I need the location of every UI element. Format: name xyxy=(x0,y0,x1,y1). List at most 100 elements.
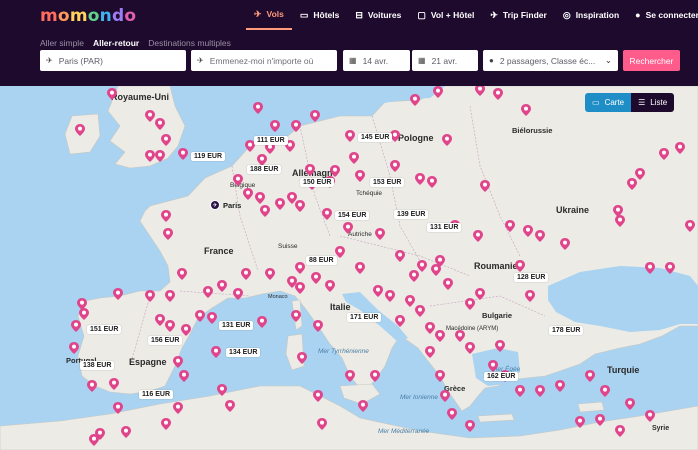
map-pin-icon[interactable] xyxy=(163,228,173,240)
nav-flights[interactable]: ✈ Vols xyxy=(246,0,292,30)
map-pin-icon[interactable] xyxy=(375,228,385,240)
map-pin-icon[interactable] xyxy=(107,88,117,100)
map-pin-icon[interactable] xyxy=(443,278,453,290)
map-pin-icon[interactable] xyxy=(600,385,610,397)
nav-sign-in[interactable]: ● Se connecter xyxy=(627,0,698,30)
price-label[interactable]: 151 EUR xyxy=(87,325,122,334)
map-pin-icon[interactable] xyxy=(113,402,123,414)
nav-inspiration[interactable]: ◎ Inspiration xyxy=(555,0,627,30)
map-pin-icon[interactable] xyxy=(87,380,97,392)
map-pin-icon[interactable] xyxy=(310,110,320,122)
map-pin-icon[interactable] xyxy=(173,402,183,414)
map-pin-icon[interactable] xyxy=(358,400,368,412)
map-pin-icon[interactable] xyxy=(173,356,183,368)
map-pin-icon[interactable] xyxy=(415,173,425,185)
momondo-logo[interactable]: momondo xyxy=(40,6,136,26)
map-pin-icon[interactable] xyxy=(465,342,475,354)
map-pin-icon[interactable] xyxy=(431,264,441,276)
map-pin-icon[interactable] xyxy=(495,340,505,352)
tab-round-trip[interactable]: Aller-retour xyxy=(93,38,139,48)
price-label[interactable]: 131 EUR xyxy=(219,321,254,330)
price-label[interactable]: 153 EUR xyxy=(370,178,405,187)
map-pin-icon[interactable] xyxy=(488,360,498,372)
map-pin-icon[interactable] xyxy=(161,210,171,222)
map-pin-icon[interactable] xyxy=(615,425,625,437)
map-pin-icon[interactable] xyxy=(253,102,263,114)
map-pin-icon[interactable] xyxy=(145,150,155,162)
map-pin-icon[interactable] xyxy=(425,346,435,358)
map-pin-icon[interactable] xyxy=(255,192,265,204)
map-pin-icon[interactable] xyxy=(349,152,359,164)
map-pin-icon[interactable] xyxy=(177,268,187,280)
price-label[interactable]: 131 EUR xyxy=(427,223,462,232)
map-pin-icon[interactable] xyxy=(433,86,443,98)
price-label[interactable]: 145 EUR xyxy=(358,133,393,142)
map-pin-icon[interactable] xyxy=(585,370,595,382)
map-pin-icon[interactable] xyxy=(395,250,405,262)
price-label[interactable]: 156 EUR xyxy=(148,336,183,345)
depart-date-field[interactable]: ▦ 14 avr. xyxy=(343,50,410,71)
map-pin-icon[interactable] xyxy=(179,370,189,382)
map-pin-icon[interactable] xyxy=(305,164,315,176)
price-label[interactable]: 138 EUR xyxy=(80,361,115,370)
map-pin-icon[interactable] xyxy=(473,230,483,242)
map-pin-icon[interactable] xyxy=(525,290,535,302)
map-pin-icon[interactable] xyxy=(515,260,525,272)
map-pin-icon[interactable] xyxy=(325,280,335,292)
map-pin-icon[interactable] xyxy=(575,416,585,428)
map-pin-icon[interactable] xyxy=(435,370,445,382)
map-pin-icon[interactable] xyxy=(480,180,490,192)
map-pin-icon[interactable] xyxy=(659,148,669,160)
map-pin-icon[interactable] xyxy=(475,86,485,96)
map-pin-icon[interactable] xyxy=(440,390,450,402)
map-pin-icon[interactable] xyxy=(233,288,243,300)
price-label[interactable]: 119 EUR xyxy=(191,152,226,161)
map-pin-icon[interactable] xyxy=(645,262,655,274)
destination-field[interactable]: ✈ Emmenez-moi n'importe où xyxy=(191,50,337,71)
price-label[interactable]: 111 EUR xyxy=(254,136,288,145)
map-pin-icon[interactable] xyxy=(465,420,475,432)
map-pin-icon[interactable] xyxy=(395,315,405,327)
map-pin-icon[interactable] xyxy=(345,130,355,142)
map-pin-icon[interactable] xyxy=(297,352,307,364)
price-label[interactable]: 150 EUR xyxy=(300,178,335,187)
map-pin-icon[interactable] xyxy=(69,342,79,354)
map-pin-icon[interactable] xyxy=(373,285,383,297)
map-pin-icon[interactable] xyxy=(241,268,251,280)
map-pin-icon[interactable] xyxy=(291,310,301,322)
nav-cars[interactable]: ⊟ Voitures xyxy=(347,0,409,30)
map-pin-icon[interactable] xyxy=(505,220,515,232)
map-pin-icon[interactable] xyxy=(109,378,119,390)
origin-marker[interactable]: ✈ Paris xyxy=(210,200,241,210)
map-pin-icon[interactable] xyxy=(287,276,297,288)
map-pin-icon[interactable] xyxy=(145,290,155,302)
map-pin-icon[interactable] xyxy=(427,176,437,188)
map-pin-icon[interactable] xyxy=(207,312,217,324)
tab-one-way[interactable]: Aller simple xyxy=(40,38,84,48)
map-pin-icon[interactable] xyxy=(435,330,445,342)
map-pin-icon[interactable] xyxy=(203,286,213,298)
origin-field[interactable]: ✈ Paris (PAR) xyxy=(40,50,186,71)
tab-multi-city[interactable]: Destinations multiples xyxy=(148,38,231,48)
search-button[interactable]: Rechercher xyxy=(623,50,680,71)
map-pin-icon[interactable] xyxy=(465,298,475,310)
map-pin-icon[interactable] xyxy=(313,390,323,402)
map-pin-icon[interactable] xyxy=(257,316,267,328)
map-pin-icon[interactable] xyxy=(493,88,503,100)
map-pin-icon[interactable] xyxy=(225,400,235,412)
map-pin-icon[interactable] xyxy=(275,198,285,210)
map-pin-icon[interactable] xyxy=(155,314,165,326)
map-pin-icon[interactable] xyxy=(260,205,270,217)
map-pin-icon[interactable] xyxy=(75,124,85,136)
map-pin-icon[interactable] xyxy=(442,134,452,146)
map-pin-icon[interactable] xyxy=(615,215,625,227)
map-pin-icon[interactable] xyxy=(560,238,570,250)
map-pin-icon[interactable] xyxy=(343,222,353,234)
map-pin-icon[interactable] xyxy=(233,174,243,186)
map-pin-icon[interactable] xyxy=(295,200,305,212)
map-pin-icon[interactable] xyxy=(317,418,327,430)
map-pin-icon[interactable] xyxy=(161,418,171,430)
map-pin-icon[interactable] xyxy=(370,370,380,382)
return-date-field[interactable]: ▦ 21 avr. xyxy=(412,50,478,71)
map-pin-icon[interactable] xyxy=(390,160,400,172)
